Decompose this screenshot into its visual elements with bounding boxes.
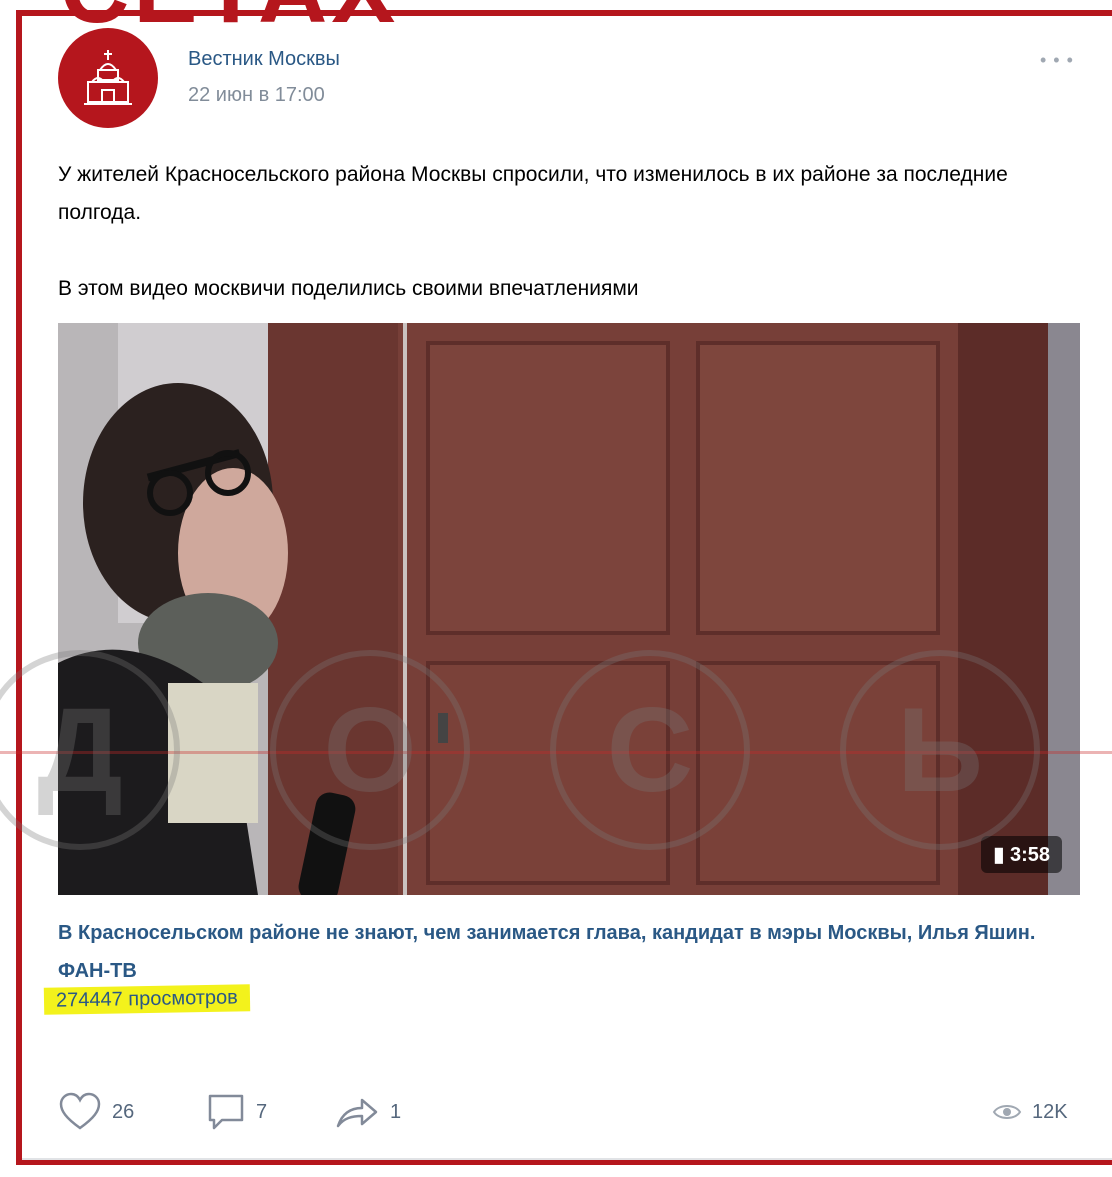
heart-icon [59, 1092, 101, 1130]
like-count: 26 [112, 1100, 135, 1123]
watermark-circle: С [550, 650, 750, 850]
video-duration-badge: ▮ 3:58 [981, 836, 1062, 873]
share-arrow-icon [336, 1098, 378, 1128]
comment-count: 7 [256, 1100, 268, 1123]
post-text-paragraph-1: У жителей Красносельского района Москвы … [58, 163, 1008, 224]
signal-bars-icon: ▮ [993, 844, 1010, 866]
post-text-paragraph-2: В этом видео москвичи поделились своими … [58, 277, 639, 300]
share-count: 1 [390, 1100, 402, 1123]
post-divider [22, 1158, 1112, 1160]
post-text: У жителей Красносельского района Москвы … [58, 156, 1018, 308]
post-date[interactable]: 22 июн в 17:00 [188, 84, 325, 107]
views-indicator: 12K [992, 1090, 1068, 1134]
post-actions-bar: 26 7 1 12K [58, 1090, 1080, 1134]
church-logo-icon [84, 50, 132, 105]
video-duration: 3:58 [1009, 844, 1050, 866]
avatar[interactable] [58, 28, 158, 128]
watermark-circle: Ь [840, 650, 1040, 850]
more-options-button[interactable]: • • • [1040, 50, 1074, 71]
watermark-circle: О [270, 650, 470, 850]
video-views-count: 274447 просмотров [43, 984, 251, 1015]
share-button[interactable]: 1 [334, 1090, 401, 1134]
comment-icon [208, 1094, 244, 1130]
comment-button[interactable]: 7 [206, 1090, 267, 1134]
like-button[interactable]: 26 [58, 1090, 134, 1134]
video-title-link[interactable]: В Красносельском районе не знают, чем за… [58, 914, 1038, 990]
eye-icon [992, 1105, 1022, 1119]
views-count: 12K [1032, 1100, 1068, 1123]
author-name-link[interactable]: Вестник Москвы [188, 48, 340, 71]
